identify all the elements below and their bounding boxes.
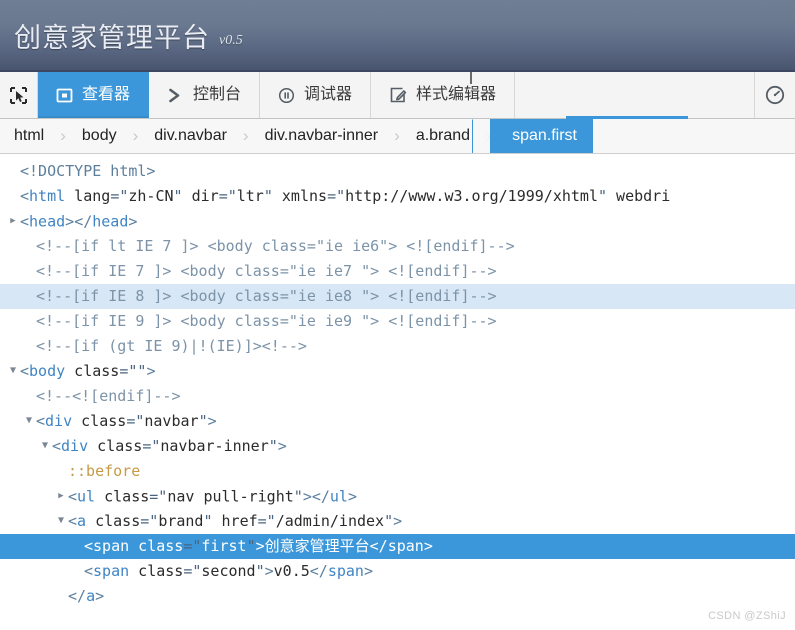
markup-node-source: <!--[if IE 9 ]> <body class="ie ie9 "> <… xyxy=(36,312,497,330)
markup-node-cc-endif[interactable]: <!--<![endif]--> xyxy=(0,384,795,409)
breadcrumb-separator: › xyxy=(132,126,139,145)
performance-gauge-icon xyxy=(764,84,786,106)
tab-console[interactable]: 控制台 xyxy=(149,72,261,118)
brand-version: v0.5 xyxy=(219,33,243,48)
inspector-box-icon xyxy=(56,87,73,104)
devtools-toolbar: 查看器 控制台 调试器 样式编辑器 xyxy=(0,72,795,119)
breadcrumb-item-div-navbar[interactable]: div.navbar xyxy=(140,119,241,153)
markup-node-source: <body class=""> xyxy=(20,362,156,380)
element-picker-icon xyxy=(9,86,28,105)
markup-node-source: <!--[if lt IE 7 ]> <body class="ie ie6">… xyxy=(36,237,515,255)
breadcrumb-item-div-navbar-inner[interactable]: div.navbar-inner xyxy=(251,119,393,153)
markup-node-head[interactable]: <head></head> xyxy=(0,209,795,234)
tab-style-editor[interactable]: 样式编辑器 xyxy=(371,72,516,118)
markup-node-source: </a> xyxy=(68,587,105,605)
markup-node-source: <!--[if IE 8 ]> <body class="ie ie8 "> <… xyxy=(36,287,497,305)
markup-node-span-first[interactable]: <span class="first">创意家管理平台</span> xyxy=(0,534,795,559)
markup-node-cc-gt9[interactable]: <!--[if (gt IE 9)|!(IE)]><!--> xyxy=(0,334,795,359)
markup-node-source: <span class="first">创意家管理平台</span> xyxy=(84,537,433,555)
breadcrumb-separator: › xyxy=(394,126,400,145)
markup-node-source: <html lang="zh-CN" dir="ltr" xmlns="http… xyxy=(20,187,671,205)
markup-node-a-brand[interactable]: <a class="brand" href="/admin/index"> xyxy=(0,509,795,534)
tab-inspector[interactable]: 查看器 xyxy=(38,72,150,118)
devtools-window: 创意家管理平台 v0.5 查看器 控制台 调试器 样式编辑器 html › bo… xyxy=(0,0,795,630)
expand-arrow-open-icon[interactable] xyxy=(22,408,36,433)
markup-node-cc-ie9[interactable]: <!--[if IE 9 ]> <body class="ie ie9 "> <… xyxy=(0,309,795,334)
tab-debugger-label: 调试器 xyxy=(304,86,353,103)
markup-node-span-second[interactable]: <span class="second">v0.5</span> xyxy=(0,559,795,584)
markup-node-source: <ul class="nav pull-right"></ul> xyxy=(68,487,357,506)
expand-arrow-open-icon[interactable] xyxy=(38,433,52,458)
markup-node-source: <span class="second">v0.5</span> xyxy=(84,562,373,580)
expand-arrow-open-icon[interactable] xyxy=(6,358,20,383)
watermark: CSDN @ZShiJ xyxy=(708,610,786,622)
markup-node-source: <div class="navbar"> xyxy=(36,412,217,430)
toolbar-divider-tick xyxy=(470,72,472,84)
markup-node-doctype[interactable]: <!DOCTYPE html> xyxy=(0,159,795,184)
breadcrumb: html › body › div.navbar › div.navbar-inner › a.… xyxy=(0,119,795,154)
markup-node-cc-ie7[interactable]: <!--[if IE 7 ]> <body class="ie ie7 "> <… xyxy=(0,259,795,284)
markup-node-source: <!--[if (gt IE 9)|!(IE)]><!--> xyxy=(36,337,307,355)
style-editor-pencil-icon xyxy=(389,86,407,104)
brand-title: 创意家管理平台 xyxy=(14,22,210,53)
expand-arrow-closed-icon[interactable] xyxy=(54,483,68,509)
markup-node-before[interactable]: ::before xyxy=(0,459,795,484)
markup-node-source: <!DOCTYPE html> xyxy=(20,162,156,180)
debugger-pause-icon xyxy=(278,87,295,104)
markup-node-body-open[interactable]: <body class=""> xyxy=(0,359,795,384)
markup-node-source: <a class="brand" href="/admin/index"> xyxy=(68,512,403,530)
markup-node-ul-nav[interactable]: <ul class="nav pull-right"></ul> xyxy=(0,484,795,509)
toolbar-spacer xyxy=(515,72,755,118)
tab-inspector-label: 查看器 xyxy=(82,86,131,103)
element-picker-button[interactable] xyxy=(0,72,38,118)
tab-debugger[interactable]: 调试器 xyxy=(260,72,372,118)
breadcrumb-separator: › xyxy=(242,126,249,145)
markup-node-source: <!--[if IE 7 ]> <body class="ie ie7 "> <… xyxy=(36,262,497,280)
tab-console-label: 控制台 xyxy=(193,86,242,103)
breadcrumb-item-span-first[interactable]: span.first xyxy=(472,119,593,153)
breadcrumb-item-body[interactable]: body xyxy=(68,119,131,153)
markup-node-source: ::before xyxy=(68,462,141,480)
tab-performance[interactable] xyxy=(755,72,795,118)
console-chevron-icon xyxy=(167,87,184,104)
tab-style-editor-label: 样式编辑器 xyxy=(416,86,497,103)
markup-node-navbar[interactable]: <div class="navbar"> xyxy=(0,409,795,434)
markup-node-a-close[interactable]: </a> xyxy=(0,584,795,609)
markup-node-html-open[interactable]: <html lang="zh-CN" dir="ltr" xmlns="http… xyxy=(0,184,795,209)
expand-arrow-closed-icon[interactable] xyxy=(6,208,20,234)
expand-arrow-open-icon[interactable] xyxy=(54,508,68,533)
page-brand-header: 创意家管理平台 v0.5 xyxy=(0,0,795,72)
markup-tree-panel[interactable]: <!DOCTYPE html> <html lang="zh-CN" dir="l… xyxy=(0,154,795,630)
markup-node-source: <head></head> xyxy=(20,212,138,231)
markup-node-cc-ie6[interactable]: <!--[if lt IE 7 ]> <body class="ie ie6">… xyxy=(0,234,795,259)
breadcrumb-item-html[interactable]: html xyxy=(0,119,58,153)
markup-node-source: <div class="navbar-inner"> xyxy=(52,437,287,455)
markup-node-cc-ie8[interactable]: <!--[if IE 8 ]> <body class="ie ie8 "> <… xyxy=(0,284,795,309)
markup-node-source: <!--<![endif]--> xyxy=(36,387,181,405)
markup-node-navbar-inner[interactable]: <div class="navbar-inner"> xyxy=(0,434,795,459)
breadcrumb-separator: › xyxy=(60,126,66,145)
